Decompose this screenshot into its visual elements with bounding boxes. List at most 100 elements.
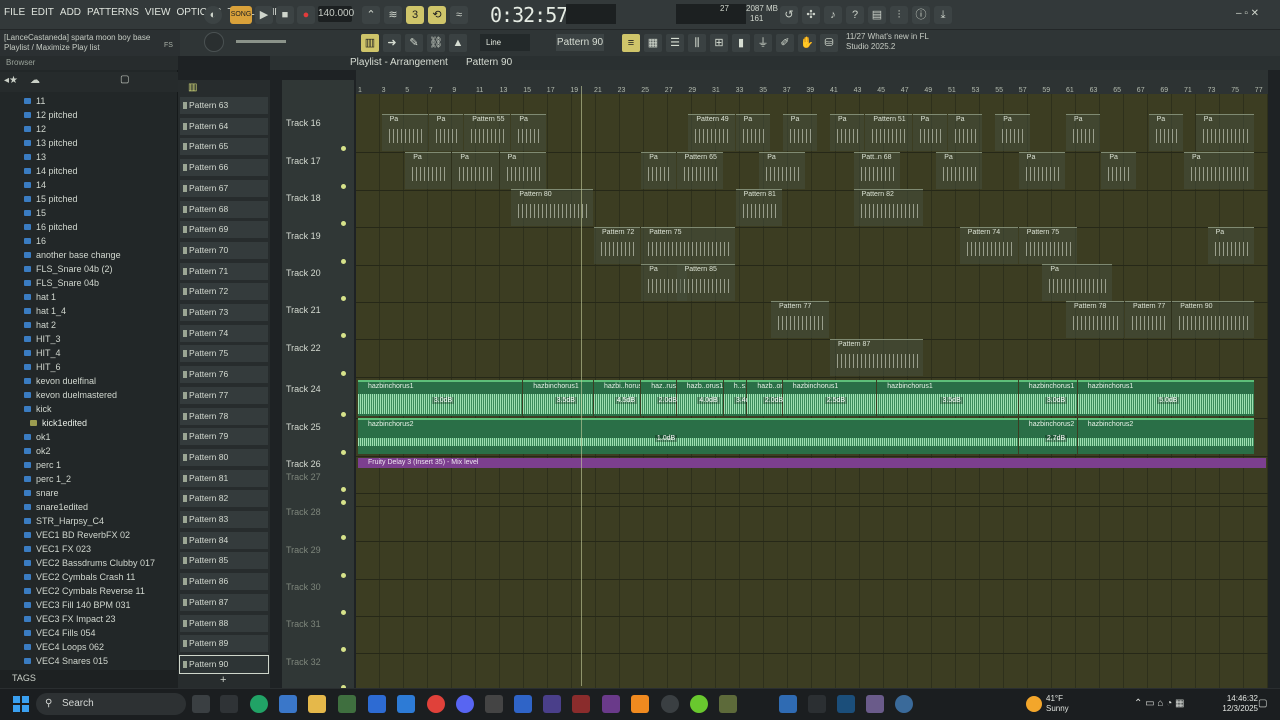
browser-item[interactable]: VEC2 Cymbals Reverse 11 — [0, 584, 178, 598]
wait-icon[interactable]: ≋ — [384, 6, 402, 24]
browser-item[interactable]: VEC4 Loops 062 — [0, 640, 178, 654]
pattern-clip[interactable]: Pattern 78 — [1066, 301, 1124, 338]
piano-roll-icon[interactable]: ▦ — [644, 34, 662, 52]
pattern-selector[interactable]: Pattern 90 — [556, 34, 604, 51]
tray-icons[interactable]: ⌃ ▭ ⌂ ◔ ▦ — [1134, 698, 1184, 709]
pattern-clip[interactable]: Pattern 51 — [865, 114, 912, 151]
automation-clip[interactable]: Fruity Delay 3 (Insert 35) - Mix level — [358, 458, 1266, 468]
pattern-item[interactable]: Pattern 63 — [180, 97, 268, 114]
pattern-item[interactable]: Pattern 71 — [180, 262, 268, 280]
browser-item[interactable]: VEC1 BD ReverbFX 02 — [0, 528, 178, 542]
mixer-view-icon[interactable]: ⫼ — [688, 34, 706, 52]
tempo-display[interactable]: 140.000 — [318, 6, 354, 22]
pattern-clip[interactable]: Pa — [936, 152, 983, 189]
pattern-clip[interactable]: Pa — [381, 114, 428, 151]
stamp-icon[interactable]: ▲ — [449, 34, 467, 52]
track-header[interactable]: Track 20 — [282, 268, 354, 305]
master-volume-knob[interactable] — [204, 32, 224, 52]
master-pitch-slider[interactable] — [236, 40, 286, 43]
browser-item[interactable]: 12 — [0, 122, 178, 136]
browser-item[interactable]: HIT_3 — [0, 332, 178, 346]
app-purple-icon[interactable] — [602, 695, 620, 713]
gear-app-icon[interactable] — [895, 695, 913, 713]
pattern-item[interactable]: Pattern 67 — [180, 179, 268, 197]
track-mute-led[interactable] — [341, 259, 346, 264]
pattern-item[interactable]: Pattern 90 — [179, 654, 269, 674]
pattern-clip[interactable]: Pa — [1066, 114, 1101, 151]
audio-clip[interactable]: h..s13.4dB — [723, 380, 757, 416]
editor-icon[interactable] — [543, 695, 561, 713]
browser-item[interactable]: perc 1 — [0, 458, 178, 472]
browser-item[interactable]: another base change — [0, 248, 178, 262]
app-red-icon[interactable] — [572, 695, 590, 713]
track-header[interactable]: Track 16 — [282, 118, 354, 155]
track-header[interactable]: Track 30 — [282, 582, 354, 619]
pattern-item[interactable]: Pattern 74 — [180, 324, 268, 342]
download-icon[interactable]: ⤓ — [934, 6, 952, 24]
browser-icon[interactable]: ▮ — [732, 34, 750, 52]
browser-item[interactable]: VEC3 Fill 140 BPM 031 — [0, 598, 178, 612]
pattern-item[interactable]: Pattern 77 — [180, 386, 268, 404]
menu-file[interactable]: FILE — [4, 7, 25, 18]
track-mute-led[interactable] — [341, 500, 346, 505]
settings-app-icon[interactable] — [485, 695, 503, 713]
app-violet-icon[interactable] — [866, 695, 884, 713]
pattern-clip[interactable]: Pa — [499, 152, 546, 189]
chrome-icon[interactable] — [427, 695, 445, 713]
mic-icon[interactable]: ♪ — [824, 6, 842, 24]
audio-clip[interactable]: hazbinchorus1 5.0dB — [1077, 380, 1254, 416]
snap-icon[interactable]: ▥ — [361, 34, 379, 52]
audio-clip[interactable]: hazbinchorus2 — [1077, 418, 1254, 454]
song-time-display[interactable]: 0:32:57 — [490, 3, 568, 27]
pattern-clip[interactable]: Pa — [1207, 227, 1254, 264]
windows-icon[interactable] — [12, 695, 30, 713]
pattern-item[interactable]: Pattern 80 — [180, 448, 268, 466]
browser-folder-icon[interactable]: ☁ — [30, 75, 40, 86]
pattern-clip[interactable]: Patt..n 68 — [853, 152, 900, 189]
browser-tags[interactable]: TAGS — [0, 670, 178, 688]
app-dark-icon[interactable] — [808, 695, 826, 713]
audio-clip[interactable]: hazbinchorus1 3.5dB — [877, 380, 1018, 416]
menu-add[interactable]: ADD — [60, 7, 81, 18]
browser-item[interactable]: 15 — [0, 206, 178, 220]
audio-clip[interactable]: hazbi..horus1 4.5dB — [594, 380, 641, 416]
pattern-clip[interactable]: Pa — [735, 114, 770, 151]
notes-icon[interactable] — [397, 695, 415, 713]
browser-item[interactable]: kevon duelmastered — [0, 388, 178, 402]
browser-item[interactable]: ok2 — [0, 444, 178, 458]
pattern-clip[interactable]: Pa — [912, 114, 947, 151]
pattern-item[interactable]: Pattern 73 — [180, 304, 268, 321]
track-mute-led[interactable] — [341, 450, 346, 455]
upwork-icon[interactable] — [250, 695, 268, 713]
pattern-item[interactable]: Pattern 65 — [180, 138, 268, 156]
vscode-icon[interactable] — [514, 695, 532, 713]
calendar-icon[interactable] — [368, 695, 386, 713]
pattern-item[interactable]: Pattern 88 — [180, 614, 268, 632]
pattern-clip[interactable]: Pattern 82 — [853, 189, 924, 226]
track-mute-led[interactable] — [341, 296, 346, 301]
pattern-item[interactable]: Pattern 85 — [180, 552, 268, 570]
draw-icon[interactable]: ✎ — [405, 34, 423, 52]
audio-clip[interactable]: hazbinchorus1 3.5dB — [523, 380, 593, 416]
timeline-ruler[interactable]: 1 3 5 7 9 11 13 15 17 19 21 23 25 27 29 31 33 35 37 39 41 43 4… — [356, 70, 1268, 94]
browser-item[interactable]: FLS_Snare 04b — [0, 276, 178, 290]
menu-edit[interactable]: EDIT — [31, 7, 54, 18]
system-clock[interactable]: 14:46:32 12/3/2025 — [1218, 694, 1258, 714]
browser-item[interactable]: VEC4 Snares 015 — [0, 654, 178, 668]
snap-select[interactable]: Line — [480, 34, 530, 51]
browser-view-icon[interactable]: ▢ — [120, 74, 129, 85]
pattern-clip[interactable]: Pa — [1195, 114, 1254, 151]
audio-clip[interactable]: hazbinchorus2 2.7dB — [1018, 418, 1077, 454]
pattern-item[interactable]: Pattern 89 — [180, 635, 268, 653]
pattern-clip[interactable]: Pattern 49 — [688, 114, 735, 151]
audio-clip[interactable]: haz..rus1 2.0dB — [641, 380, 679, 416]
pattern-clip[interactable]: Pattern 75 — [641, 227, 735, 264]
pattern-clip[interactable]: Pa — [641, 152, 676, 189]
pattern-item[interactable]: Pattern 86 — [180, 573, 268, 591]
pattern-item[interactable]: Pattern 83 — [180, 511, 268, 528]
browser-item[interactable]: 15 pitched — [0, 192, 178, 206]
track-header[interactable]: Track 22 — [282, 343, 354, 380]
playlist-grid[interactable]: Pa Pa Pattern 55 Pa Pattern 49 Pa Pa Pa Pattern … — [356, 94, 1268, 692]
pattern-item[interactable]: Pattern 64 — [180, 117, 268, 135]
pattern-clip[interactable]: Pa — [1018, 152, 1065, 189]
